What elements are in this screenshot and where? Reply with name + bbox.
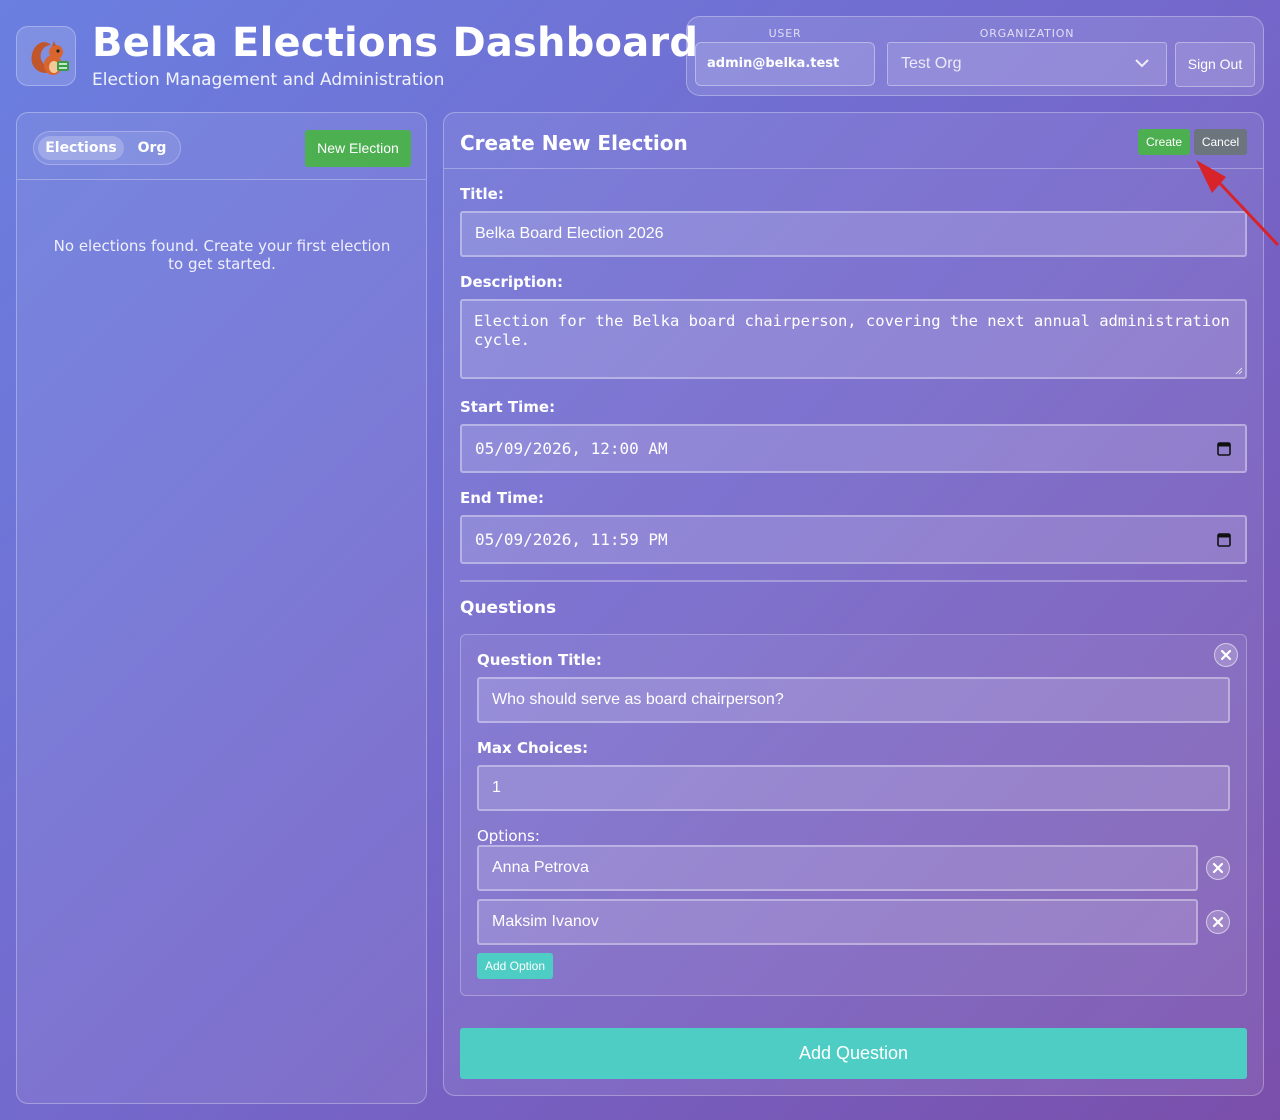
close-icon [1212,862,1224,874]
tab-elections[interactable]: Elections [38,136,124,160]
option-input[interactable]: Maksim Ivanov [477,899,1198,945]
title-input[interactable]: Belka Board Election 2026 [460,211,1247,257]
question-title-input[interactable]: Who should serve as board chairperson? [477,677,1230,723]
remove-option-button[interactable] [1206,910,1230,934]
close-icon [1220,649,1232,661]
question-card: Question Title: Who should serve as boar… [460,634,1247,996]
description-textarea[interactable]: Election for the Belka board chairperson… [460,299,1247,379]
description-label: Description: [460,273,564,291]
option-input[interactable]: Anna Petrova [477,845,1198,891]
sign-out-button[interactable]: Sign Out [1175,42,1255,87]
end-time-label: End Time: [460,489,545,507]
app-logo [16,26,76,86]
organization-selected-value: Test Org [901,55,962,72]
create-election-panel: Create New Election Create Cancel Title:… [443,112,1264,1096]
page-title: Create New Election [460,131,688,155]
resize-grip-icon[interactable] [1235,367,1243,375]
remove-question-button[interactable] [1214,643,1238,667]
start-time-value: 05/09/2026, 12:00 AM [475,439,668,458]
section-divider [460,580,1247,582]
calendar-icon[interactable] [1217,532,1231,547]
end-time-input[interactable]: 05/09/2026, 11:59 PM [460,515,1247,564]
max-choices-input[interactable]: 1 [477,765,1230,811]
empty-elections-message: No elections found. Create your first el… [53,237,391,273]
tab-org[interactable]: Org [128,136,176,160]
user-org-panel: USER ORGANIZATION admin@belka.test Test … [686,16,1264,96]
header: Belka Elections Dashboard Election Manag… [0,0,1280,112]
title-label: Title: [460,185,504,203]
question-title-label: Question Title: [477,651,602,669]
calendar-icon[interactable] [1217,441,1231,456]
new-election-button[interactable]: New Election [305,130,411,167]
user-email-field: admin@belka.test [695,42,875,86]
questions-heading: Questions [460,598,557,618]
sidebar-tabs: Elections Org [33,131,181,165]
squirrel-icon [31,41,69,75]
create-button[interactable]: Create [1138,129,1190,155]
add-option-button[interactable]: Add Option [477,953,553,979]
start-time-label: Start Time: [460,398,556,416]
options-label: Options: [477,827,540,845]
start-time-input[interactable]: 05/09/2026, 12:00 AM [460,424,1247,473]
app-title: Belka Elections Dashboard [92,20,699,66]
app-subtitle: Election Management and Administration [92,70,445,90]
sidebar-divider [17,179,426,180]
max-choices-label: Max Choices: [477,739,589,757]
remove-option-button[interactable] [1206,856,1230,880]
cancel-button[interactable]: Cancel [1194,129,1247,155]
panel-divider [444,168,1263,169]
close-icon [1212,916,1224,928]
organization-select[interactable]: Test Org [887,42,1167,86]
annotation-arrow-icon [1196,160,1280,247]
end-time-value: 05/09/2026, 11:59 PM [475,530,668,549]
add-question-button[interactable]: Add Question [460,1028,1247,1079]
user-label: USER [768,27,802,40]
description-text: Election for the Belka board chairperson… [474,312,1230,349]
chevron-down-icon [1135,59,1149,68]
organization-label: ORGANIZATION [979,27,1075,40]
elections-sidebar: Elections Org New Election No elections … [16,112,427,1104]
